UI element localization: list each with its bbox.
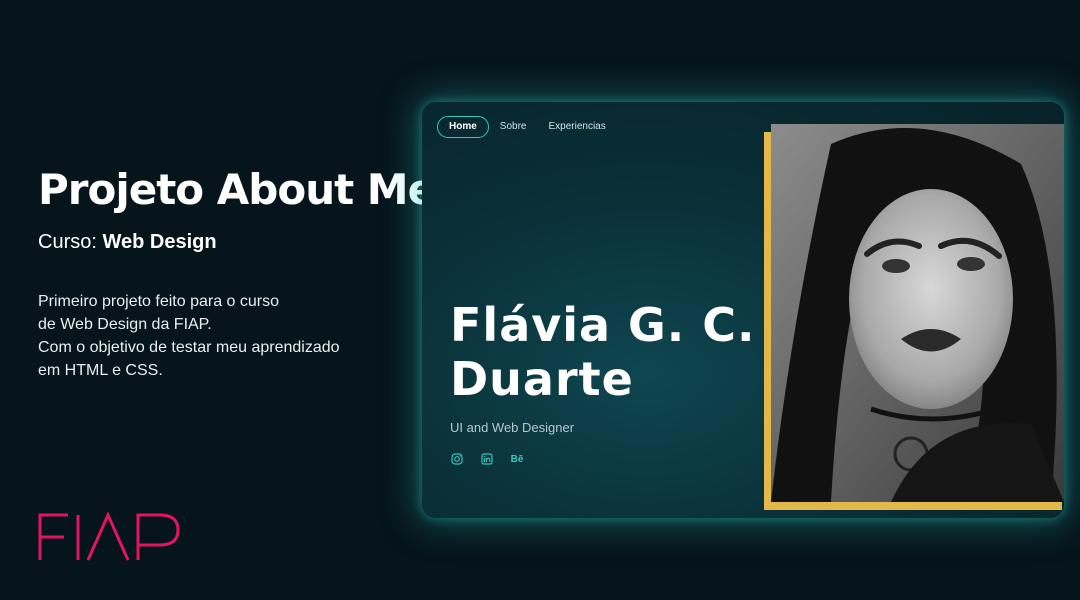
description-line: em HTML e CSS. [38,362,163,379]
behance-icon[interactable]: Bē [510,452,524,466]
portrait-image [771,124,1064,502]
profile-role: UI and Web Designer [450,420,575,435]
description-line: de Web Design da FIAP. [38,316,212,333]
profile-name-line2: Duarte [450,352,634,406]
page-title: Projeto About Me [38,165,436,214]
fiap-logo [38,511,218,567]
intro-section: Projeto About Me Curso: Web Design [38,160,436,256]
profile-name-line1: Flávia G. C. [450,298,756,352]
mockup-nav: Home Sobre Experiencias [437,116,617,138]
course-line: Curso: Web Design [38,228,418,256]
project-description: Primeiro projeto feito para o curso de W… [38,290,418,382]
course-prefix: Curso: [38,231,97,253]
nav-sobre[interactable]: Sobre [489,117,538,137]
course-name: Web Design [102,231,217,253]
linkedin-icon[interactable] [480,452,494,466]
profile-name: Flávia G. C. Duarte [450,298,756,406]
website-mockup: Home Sobre Experiencias Flávia G. C. Dua… [422,102,1064,518]
nav-home[interactable]: Home [437,116,489,138]
description-line: Primeiro projeto feito para o curso [38,293,279,310]
instagram-icon[interactable] [450,452,464,466]
social-links: Bē [450,452,524,466]
profile-photo [771,124,1064,502]
nav-experiencias[interactable]: Experiencias [537,117,616,137]
description-line: Com o objetivo de testar meu aprendizado [38,339,340,356]
